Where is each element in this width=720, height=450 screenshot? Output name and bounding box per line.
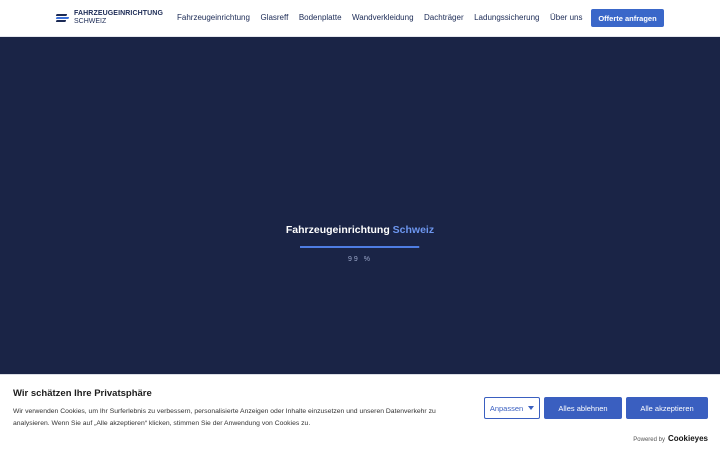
offer-request-button[interactable]: Offerte anfragen [591,9,664,27]
cookie-description: Wir verwenden Cookies, um Ihr Surferlebn… [13,408,436,427]
customize-label: Anpassen [489,403,524,413]
main-nav: Fahrzeugeinrichtung Glasreff Bodenplatte… [177,13,593,22]
logo[interactable]: FAHRZEUGEINRICHTUNG SCHWEIZ [55,10,163,25]
powered-by[interactable]: Powered by Cookieyes [633,434,708,443]
nav-item-dachtraeger[interactable]: Dachträger [424,13,464,22]
nav-item-bodenplatte[interactable]: Bodenplatte [299,13,342,22]
nav-item-glasreff[interactable]: Glasreff [260,13,288,22]
nav-item-wandverkleidung[interactable]: Wandverkleidung [352,13,414,22]
logo-line1: FAHRZEUGEINRICHTUNG [74,10,164,17]
loader-percentage: 99 % [348,256,372,263]
powered-by-label: Powered by [633,437,665,443]
nav-item-ladungssicherung[interactable]: Ladungssicherung [474,13,539,22]
loader-title-accent: Schweiz [392,224,435,236]
loader-title: Fahrzeugeinrichtung Schweiz [0,224,720,236]
reject-all-button[interactable]: Alles ablehnen [544,397,622,419]
logo-text: FAHRZEUGEINRICHTUNG SCHWEIZ [74,10,163,25]
chevron-down-icon [528,406,535,410]
cookieyes-logo: Cookieyes [667,434,708,443]
loader-progress-bar [300,246,420,248]
nav-item-fahrzeugeinrichtung[interactable]: Fahrzeugeinrichtung [177,13,250,22]
loader-title-main: Fahrzeugeinrichtung [285,224,390,236]
cookie-banner: Wir schätzen Ihre Privatsphäre Wir verwe… [0,374,720,450]
accept-all-button[interactable]: Alle akzeptieren [626,397,708,419]
customize-button[interactable]: Anpassen [484,397,540,419]
logo-icon [55,13,70,23]
cookie-title: Wir schätzen Ihre Privatsphäre [13,388,152,399]
logo-line2: SCHWEIZ [74,17,107,25]
site-header: FAHRZEUGEINRICHTUNG SCHWEIZ Fahrzeugeinr… [0,0,720,37]
nav-item-ueber-uns[interactable]: Über uns [550,13,582,22]
loader-progress-fill [300,246,419,248]
